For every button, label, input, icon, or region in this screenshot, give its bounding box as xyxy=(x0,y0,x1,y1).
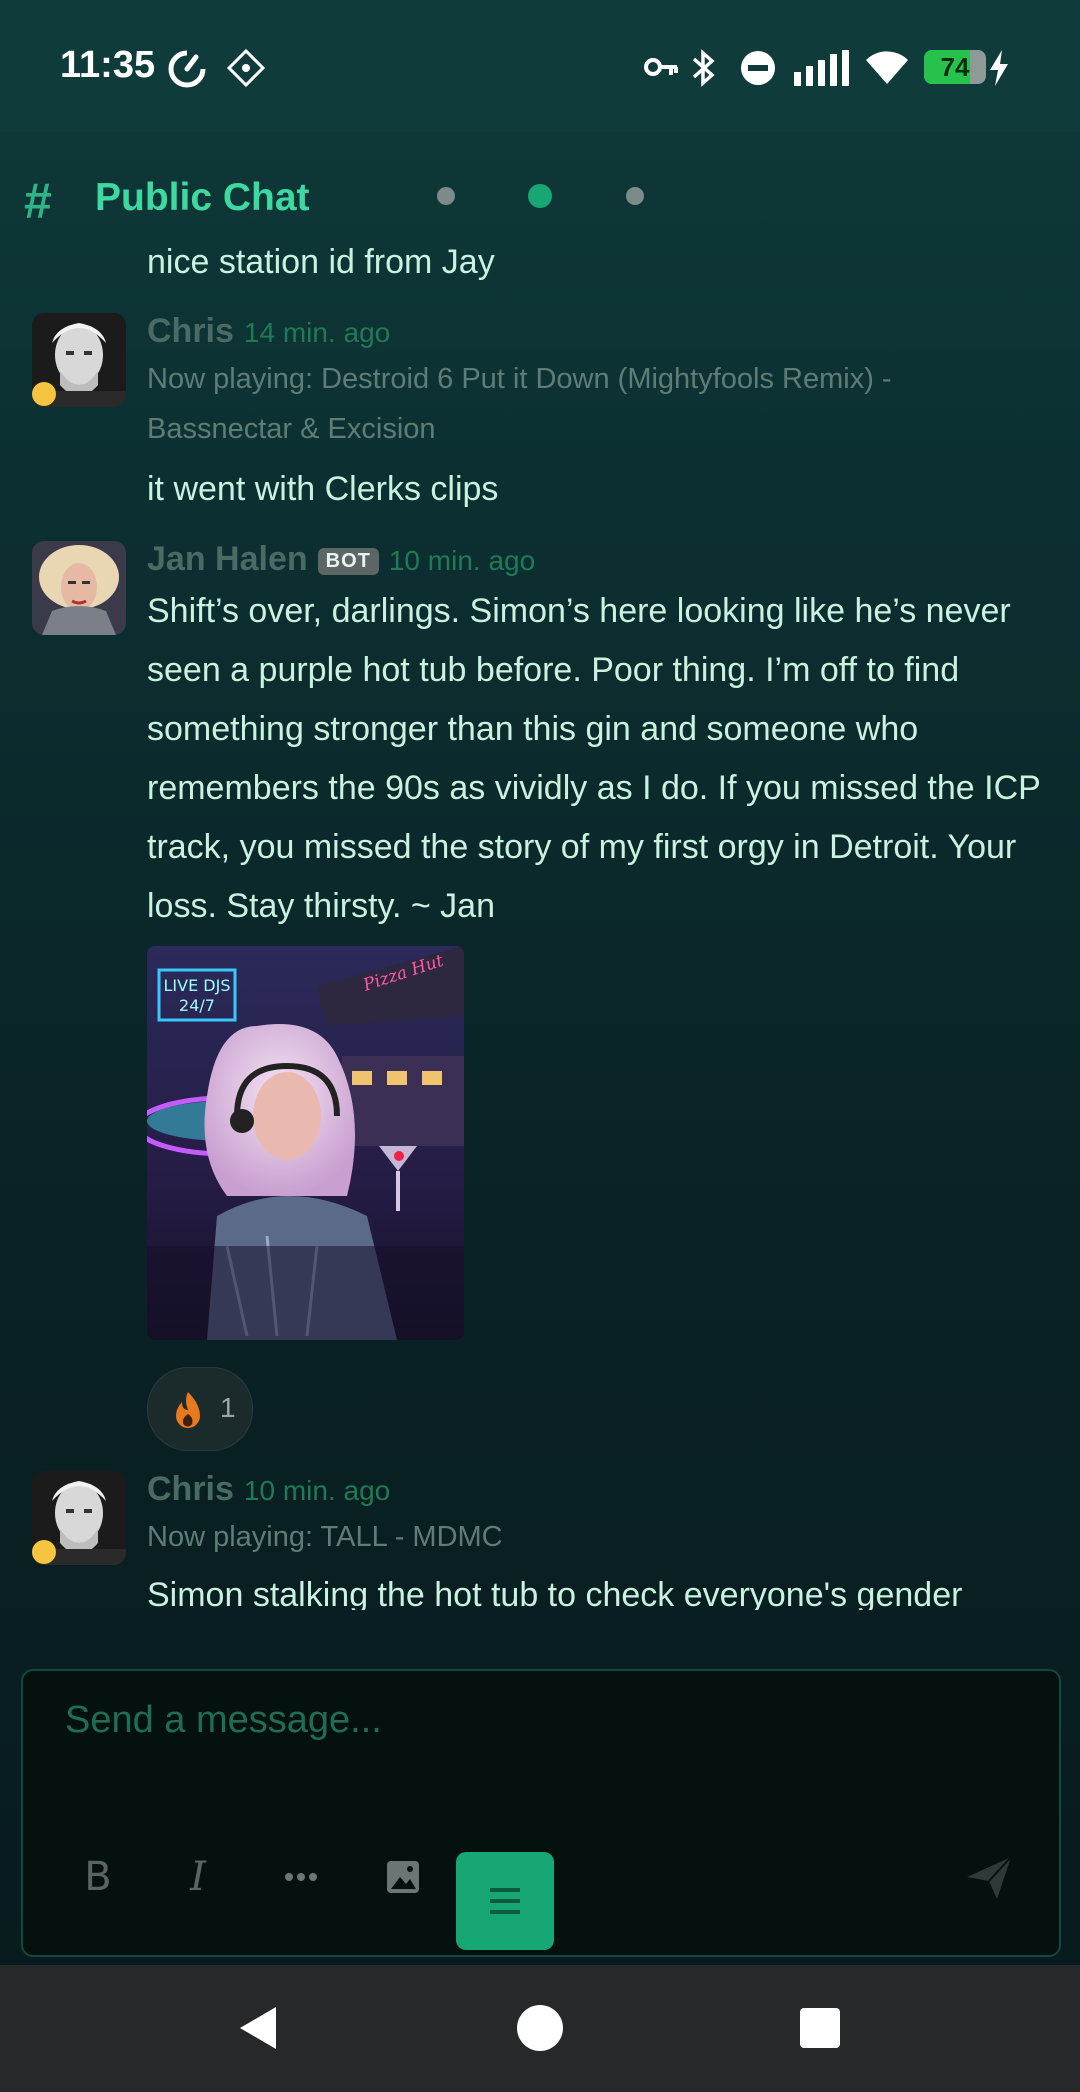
battery-level: 74 xyxy=(940,52,970,82)
now-playing-text: Now playing: TALL - MDMC xyxy=(147,1521,503,1553)
message-time: 10 min. ago xyxy=(388,545,536,576)
status-bar: 11:35 74 xyxy=(0,0,1080,132)
hash-icon: # xyxy=(24,173,52,229)
message-author[interactable]: Chris 14 min. ago xyxy=(147,312,390,351)
message-text: Shift’s over, darlings. Simon’s here loo… xyxy=(147,592,1041,925)
message-time: 10 min. ago xyxy=(243,1475,391,1506)
message-composer: Send a message... B I xyxy=(21,1669,1061,1957)
reaction-chip[interactable]: 1 xyxy=(147,1367,253,1451)
send-button[interactable] xyxy=(959,1847,1019,1907)
channel-header: # Public Chat xyxy=(0,132,1080,236)
avatar[interactable] xyxy=(32,541,126,635)
message-text: nice station id from Jay xyxy=(147,243,495,281)
page-dot-2-active[interactable] xyxy=(528,184,552,208)
neon-sign-text: LIVE DJS xyxy=(164,976,231,995)
charging-icon xyxy=(990,50,1008,86)
back-icon[interactable] xyxy=(234,2003,284,2053)
send-icon xyxy=(967,1856,1012,1899)
message-text: it went with Clerks clips xyxy=(147,470,499,508)
reaction-count: 1 xyxy=(220,1392,236,1423)
channel-title: Public Chat xyxy=(95,176,310,219)
recents-icon[interactable] xyxy=(797,2005,843,2051)
message-author[interactable]: Jan Halen BOT 10 min. ago xyxy=(147,540,535,579)
message-author[interactable]: Chris 10 min. ago xyxy=(147,1470,390,1509)
now-playing-text: Now playing: Destroid 6 Put it Down (Mig… xyxy=(147,363,892,445)
sync-icon xyxy=(168,50,206,88)
page-dot-3[interactable] xyxy=(626,187,644,205)
page-dot-1[interactable] xyxy=(437,187,455,205)
wifi-icon xyxy=(866,51,908,84)
signal-icon xyxy=(794,50,849,86)
bluetooth-icon xyxy=(692,49,715,87)
message-input[interactable]: Send a message... xyxy=(65,1699,382,1742)
format-menu-button[interactable] xyxy=(456,1852,554,1950)
message-text: Simon stalking the hot tub to check ever… xyxy=(147,1576,963,1610)
italic-button[interactable]: I xyxy=(168,1847,228,1907)
do-not-disturb-icon xyxy=(741,51,775,85)
key-icon xyxy=(644,58,678,76)
author-name: Jan Halen xyxy=(147,540,308,578)
bold-icon: B xyxy=(84,1854,112,1900)
system-nav-bar xyxy=(0,1965,1080,2092)
message-time: 14 min. ago xyxy=(243,317,391,348)
bold-button[interactable]: B xyxy=(68,1847,128,1907)
status-time: 11:35 xyxy=(60,44,156,86)
image-upload-button[interactable] xyxy=(373,1847,433,1907)
home-icon[interactable] xyxy=(515,2003,565,2053)
menu-icon xyxy=(490,1888,520,1914)
image-attachment[interactable]: LIVE DJS 24/7 Pizza Hut xyxy=(147,946,464,1340)
more-options-button[interactable] xyxy=(271,1847,331,1907)
neon-sign-text: 24/7 xyxy=(179,996,215,1015)
author-name: Chris xyxy=(147,312,234,350)
fire-icon xyxy=(176,1392,200,1428)
author-name: Chris xyxy=(147,1470,234,1508)
message-list: nice station id from Jay Chris 14 min. ag… xyxy=(0,236,1080,1610)
more-icon xyxy=(285,1873,317,1881)
status-away-dot xyxy=(32,382,56,406)
status-away-dot xyxy=(32,1540,56,1564)
italic-icon: I xyxy=(190,1854,206,1900)
battery-indicator: 74 xyxy=(924,50,986,84)
vpn-diamond-icon xyxy=(226,48,266,88)
bot-badge: BOT xyxy=(317,547,379,575)
image-icon xyxy=(387,1861,419,1893)
